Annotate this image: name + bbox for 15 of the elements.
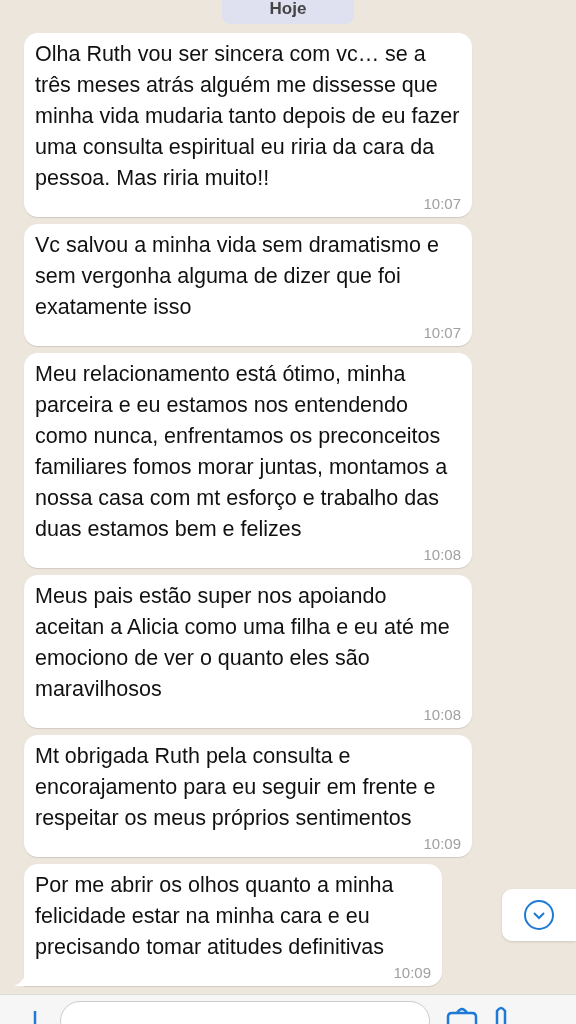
message-text: Olha Ruth vou ser sincera com vc… se a três meses atrás alguém me dissesse que minha vida mudaria tanto depois de eu fazer uma consulta espiritual eu riria da cara da pessoa. Mas riria muito!! [35, 40, 461, 192]
message-time: 10:08 [423, 704, 461, 725]
message-text: Meu relacionamento está ótimo, minha parceira e eu estamos nos entendendo como nunca, enfrentamos os preconceitos familiares fomos morar juntas, montamos a nossa casa com mt esforço e trabalho das duas estamos bem e felizes [35, 360, 449, 543]
message-text: Por me abrir os olhos quanto a minha felicidade estar na minha cara e eu precisando tomar atitudes definitivas [35, 871, 395, 961]
message-time: 10:07 [423, 322, 461, 343]
date-label: Hoje [221, 0, 355, 24]
scroll-down-button[interactable] [502, 889, 576, 941]
message-time: 10:09 [423, 833, 461, 854]
message-time: 10:07 [423, 193, 461, 214]
message-time: 10:09 [393, 962, 431, 983]
message-text: Mt obrigada Ruth pela consulta e encorajamento para eu seguir em frente e respeitar os meus próprios sentimentos [35, 742, 437, 832]
message-text: Meus pais estão super nos apoiando aceitan a Alicia como uma filha e eu até me emociono de ver o quanto eles são maravilhosos [35, 582, 451, 703]
message-time: 10:08 [423, 544, 461, 565]
chevron-down-icon [523, 899, 555, 931]
message-text: Vc salvou a minha vida sem dramatismo e sem vergonha alguma de dizer que foi exatamente isso [35, 231, 440, 321]
